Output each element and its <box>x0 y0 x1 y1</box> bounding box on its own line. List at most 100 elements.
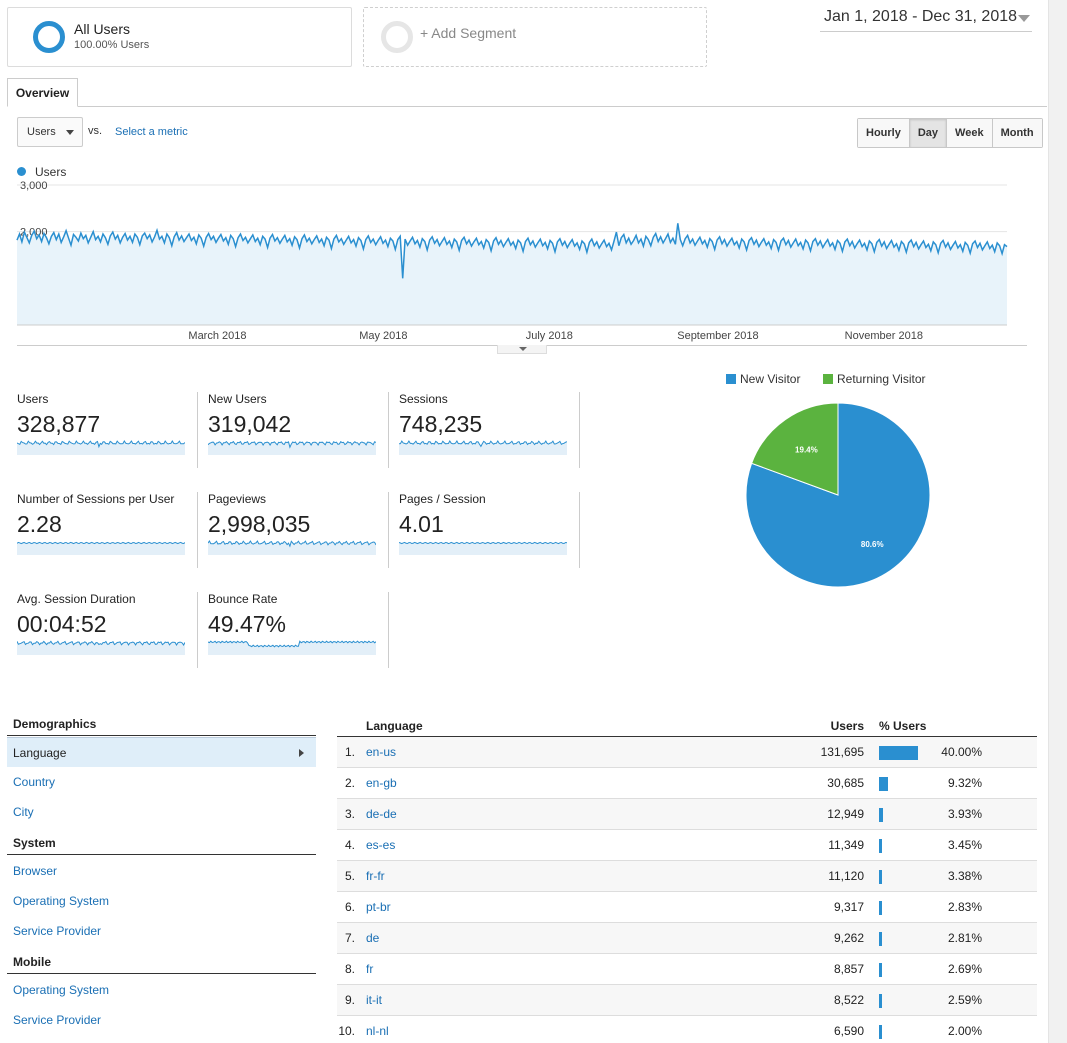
pie-slice-label: 80.6% <box>861 540 884 549</box>
empty-segment-ring-icon <box>381 21 413 53</box>
chevron-down-icon <box>519 347 527 351</box>
scorecard[interactable]: Pages / Session 4.01 <box>389 492 580 568</box>
row-pct-users: 9.32% <box>947 776 982 790</box>
language-link[interactable]: de <box>366 931 379 945</box>
x-tick-label: September 2018 <box>677 330 758 342</box>
sidebar-item[interactable]: Operating System <box>7 886 316 916</box>
scrollbar[interactable] <box>1048 0 1067 1043</box>
language-link[interactable]: en-us <box>366 745 396 759</box>
sidebar-item-label: Operating System <box>13 894 110 908</box>
scorecard-value: 2,998,035 <box>208 511 311 537</box>
scorecard-sparkline <box>399 440 567 455</box>
metric-select[interactable]: Users <box>17 117 83 147</box>
language-link[interactable]: pt-br <box>366 900 391 914</box>
granularity-toggle: Hourly Day Week Month <box>857 118 1043 148</box>
row-users: 12,949 <box>827 807 864 821</box>
legend-returning-visitor: Returning Visitor <box>823 372 926 386</box>
table-row: 3. de-de 12,949 3.93% <box>337 799 1037 830</box>
segment-title: All Users <box>74 21 131 37</box>
sidebar-item[interactable]: Service Provider <box>7 1005 316 1035</box>
segment-all-users[interactable]: All Users 100.00% Users <box>7 7 352 67</box>
language-link[interactable]: fr-fr <box>366 869 385 883</box>
table-row: 10. nl-nl 6,590 2.00% <box>337 1016 1037 1043</box>
language-link[interactable]: es-es <box>366 838 395 852</box>
add-segment-button[interactable]: + Add Segment <box>363 7 707 67</box>
legend-label: Returning Visitor <box>837 372 926 386</box>
scorecard[interactable]: Users 328,877 <box>7 392 198 468</box>
scorecard-label: Number of Sessions per User <box>17 492 175 506</box>
sidebar-item[interactable]: City <box>7 797 316 827</box>
scorecard-sparkline <box>208 540 376 555</box>
sidebar-section-title: System <box>7 836 316 855</box>
language-link[interactable]: it-it <box>366 993 382 1007</box>
col-pct-users[interactable]: % Users <box>879 719 926 733</box>
week-button[interactable]: Week <box>947 119 993 147</box>
sidebar-item[interactable]: Country <box>7 767 316 797</box>
x-tick-label: July 2018 <box>526 330 573 342</box>
sidebar-item-label: Browser <box>13 864 58 878</box>
language-link[interactable]: en-gb <box>366 776 397 790</box>
row-pct-users: 3.93% <box>947 807 982 821</box>
scorecard-sparkline <box>399 541 567 555</box>
scorecard[interactable]: Sessions 748,235 <box>389 392 580 468</box>
table-row: 6. pt-br 9,317 2.83% <box>337 892 1037 923</box>
select-metric-link[interactable]: Select a metric <box>115 126 188 138</box>
scorecard-sparkline <box>208 440 376 455</box>
row-rank: 6. <box>344 900 355 914</box>
users-line-chart: 3,0002,0001,000March 2018May 2018July 20… <box>16 180 1008 342</box>
language-link[interactable]: fr <box>366 962 373 976</box>
row-pct-users: 2.81% <box>947 931 982 945</box>
row-pct-users: 40.00% <box>941 745 982 759</box>
vs-label: vs. <box>88 125 103 137</box>
sparkline-area <box>399 542 567 555</box>
sidebar-item-label: Operating System <box>13 983 110 997</box>
col-language: Language <box>366 719 423 733</box>
day-button[interactable]: Day <box>909 119 948 147</box>
scorecard[interactable]: New Users 319,042 <box>198 392 389 468</box>
row-users: 9,317 <box>833 900 864 914</box>
language-link[interactable]: de-de <box>366 807 397 821</box>
collapse-chart-button[interactable] <box>497 345 547 354</box>
date-range-picker[interactable]: Jan 1, 2018 - Dec 31, 2018 <box>820 8 1032 32</box>
scorecard-sparkline <box>17 640 185 655</box>
tab-divider <box>7 106 1047 107</box>
segment-subtitle: 100.00% Users <box>74 39 150 51</box>
sidebar-item[interactable]: Service Provider <box>7 916 316 946</box>
chevron-down-icon <box>1018 15 1030 22</box>
scorecard[interactable]: Number of Sessions per User 2.28 <box>7 492 198 568</box>
row-pct-users: 3.45% <box>947 838 982 852</box>
table-row: 8. fr 8,857 2.69% <box>337 954 1037 985</box>
scorecard[interactable]: Pageviews 2,998,035 <box>198 492 389 568</box>
visitor-type-pie-chart: 80.6% 19.4% <box>745 402 931 588</box>
month-button[interactable]: Month <box>992 119 1042 147</box>
sidebar-item[interactable]: Browser <box>7 856 316 886</box>
hourly-button[interactable]: Hourly <box>858 119 910 147</box>
col-users[interactable]: Users <box>831 719 864 733</box>
sidebar-item-label: Country <box>13 775 56 789</box>
scorecard[interactable]: Bounce Rate 49.47% <box>198 592 389 668</box>
chevron-right-icon <box>299 749 304 757</box>
chart-legend-users: Users <box>35 165 67 179</box>
x-tick-label: March 2018 <box>188 330 246 342</box>
date-range-label: Jan 1, 2018 - Dec 31, 2018 <box>824 8 1018 25</box>
scorecard-value: 4.01 <box>399 511 444 537</box>
scorecard-label: New Users <box>208 392 267 406</box>
row-rank: 4. <box>344 838 355 852</box>
sidebar-item-label: Service Provider <box>13 1013 102 1027</box>
row-users: 131,695 <box>820 745 864 759</box>
row-users: 6,590 <box>833 1024 864 1038</box>
scorecard-value: 2.28 <box>17 511 62 537</box>
sidebar-item[interactable]: Operating System <box>7 975 316 1005</box>
tab-overview[interactable]: Overview <box>7 78 78 107</box>
table-row: 4. es-es 11,349 3.45% <box>337 830 1037 861</box>
scorecard-label: Sessions <box>399 392 448 406</box>
segment-ring-icon <box>33 21 65 53</box>
legend-dot-icon <box>17 167 26 176</box>
language-link[interactable]: nl-nl <box>366 1024 389 1038</box>
sidebar-item[interactable]: Language <box>7 737 316 767</box>
sparkline-area <box>17 542 185 555</box>
chevron-down-icon <box>66 130 74 135</box>
scorecard[interactable]: Avg. Session Duration 00:04:52 <box>7 592 198 668</box>
row-rank: 3. <box>344 807 355 821</box>
y-tick-label: 3,000 <box>20 180 48 192</box>
